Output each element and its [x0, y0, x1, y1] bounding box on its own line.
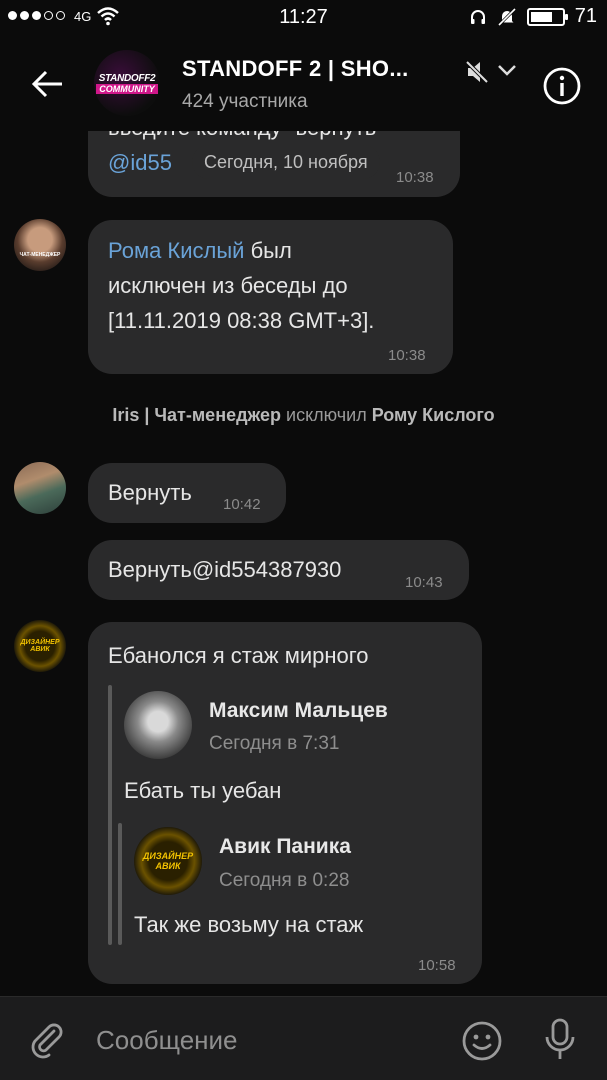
status-bar: 4G 11:27 71: [0, 0, 607, 36]
chat-avatar[interactable]: STANDOFF2 COMMUNITY: [94, 50, 160, 116]
message-text: Вернуть: [108, 480, 192, 505]
avatar[interactable]: ЧАТ-МЕНЕДЖЕР: [14, 219, 66, 271]
message-list[interactable]: введите команду "вернуть" @id55 10:38 Се…: [0, 131, 607, 996]
message-bubble[interactable]: Ебанолся я стаж мирного Максим Мальцев С…: [88, 622, 482, 984]
avatar[interactable]: ДИЗАЙНЕР АВИК: [14, 620, 66, 672]
battery-icon: [526, 7, 568, 26]
headphones-icon: [470, 9, 485, 24]
forward-bar: [118, 823, 122, 945]
message-text: Ебанолся я стаж мирного: [108, 643, 369, 668]
service-message: Iris | Чат-менеджер исключил Рому Кислог…: [0, 405, 607, 426]
back-arrow-icon[interactable]: [28, 64, 68, 104]
info-icon[interactable]: [542, 66, 582, 106]
avatar[interactable]: [124, 691, 192, 759]
message-time: 10:58: [418, 957, 456, 974]
message-text: Вернуть@id554387930: [108, 557, 342, 582]
date-separator: Сегодня, 10 ноября: [192, 145, 380, 179]
message-time: 10:42: [223, 496, 261, 513]
forward-time: Сегодня в 0:28: [219, 870, 350, 891]
avatar-line1: ДИЗАЙНЕР: [142, 851, 194, 861]
emoji-icon[interactable]: [460, 1019, 504, 1063]
message-time: 10:43: [405, 574, 443, 591]
mute-notifications-icon: [497, 7, 516, 26]
chat-header: STANDOFF2 COMMUNITY STANDOFF 2 | SHO... …: [0, 36, 607, 131]
chat-avatar-line1: STANDOFF2: [98, 72, 156, 84]
battery-percent: 71: [574, 5, 597, 27]
message-input[interactable]: [96, 1023, 426, 1057]
message-time: 10:38: [396, 169, 434, 186]
forward-author[interactable]: Максим Мальцев: [209, 699, 388, 723]
message-text: [11.11.2019 08:38 GMT+3].: [108, 308, 375, 333]
mention-link[interactable]: @id55: [108, 145, 172, 180]
service-action: исключил: [281, 405, 372, 425]
service-actor[interactable]: Iris | Чат-менеджер: [112, 405, 281, 425]
message-line: Рома Кислый был: [108, 233, 292, 268]
chat-avatar-line2: COMMUNITY: [96, 83, 158, 94]
muted-icon: [465, 60, 489, 84]
message-bubble[interactable]: Вернуть@id554387930 10:43: [88, 540, 469, 600]
chat-title[interactable]: STANDOFF 2 | SHO...: [182, 56, 409, 82]
member-count: 424 участника: [182, 91, 308, 112]
forward-author[interactable]: Авик Паника: [219, 835, 351, 859]
message-text: был: [244, 238, 292, 263]
chevron-down-icon[interactable]: [496, 62, 518, 78]
message-text: исключен из беседы до: [108, 273, 348, 298]
message-time: 10:38: [388, 347, 426, 364]
paperclip-icon[interactable]: [26, 1019, 66, 1059]
forward-text: Ебать ты уебан: [124, 778, 282, 803]
avatar[interactable]: ДИЗАЙНЕР АВИК: [134, 827, 202, 895]
message-bubble[interactable]: Вернуть 10:42: [88, 463, 286, 523]
message-bubble[interactable]: Рома Кислый был исключен из беседы до [1…: [88, 220, 453, 374]
microphone-icon[interactable]: [540, 1017, 580, 1063]
forward-time: Сегодня в 7:31: [209, 733, 340, 754]
avatar-line2: АВИК: [30, 646, 50, 653]
avatar-caption: ЧАТ-МЕНЕДЖЕР: [19, 252, 61, 258]
composer: [0, 996, 607, 1080]
forward-bar: [108, 685, 112, 945]
avatar-line1: ДИЗАЙНЕР: [20, 639, 60, 646]
message-text: введите команду "вернуть": [108, 131, 384, 145]
user-link[interactable]: Рома Кислый: [108, 238, 244, 263]
avatar[interactable]: [14, 462, 66, 514]
forward-text: Так же возьму на стаж: [134, 912, 364, 937]
service-target[interactable]: Рому Кислого: [372, 405, 495, 425]
avatar-line2: АВИК: [155, 861, 181, 871]
